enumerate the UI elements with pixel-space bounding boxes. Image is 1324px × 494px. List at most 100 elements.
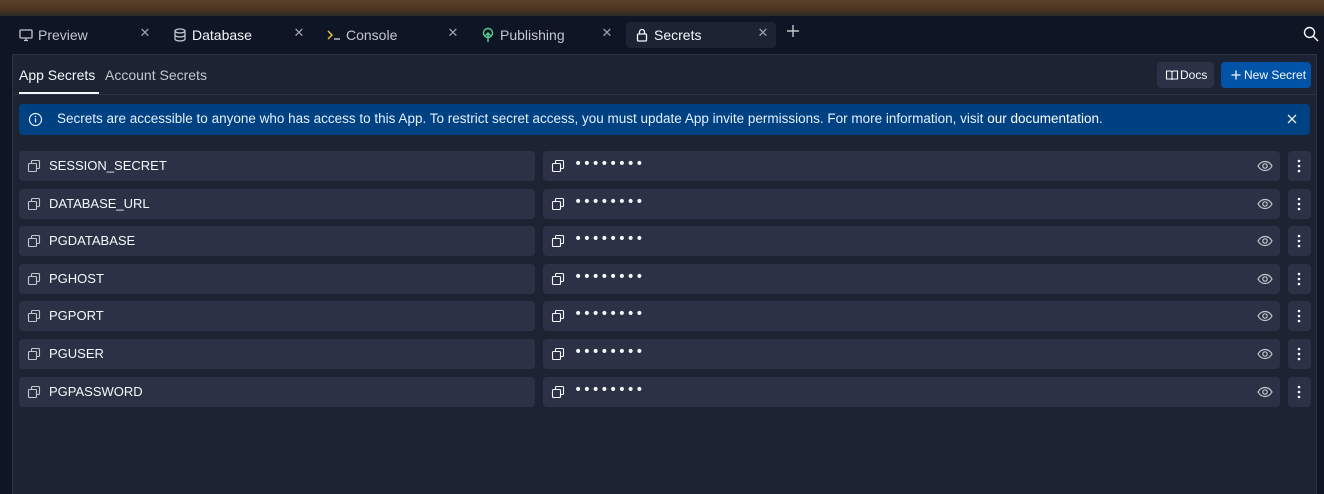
- terminal-icon: [326, 27, 342, 43]
- search-icon[interactable]: [1302, 25, 1320, 43]
- secret-value-field[interactable]: ••••••••: [543, 264, 1280, 294]
- secret-key: SESSION_SECRET: [49, 158, 167, 173]
- tab-secrets[interactable]: Secrets ✕: [626, 22, 776, 48]
- secret-value-field[interactable]: ••••••••: [543, 301, 1280, 331]
- copy-icon[interactable]: [551, 347, 565, 361]
- secret-masked-value: ••••••••: [574, 382, 645, 398]
- tab-label: Database: [192, 27, 252, 43]
- eye-icon[interactable]: [1257, 347, 1273, 361]
- documentation-link[interactable]: our documentation: [987, 111, 1099, 126]
- secret-row: PGPASSWORD ••••••••: [19, 377, 1311, 407]
- more-vertical-icon: [1297, 234, 1301, 248]
- eye-icon[interactable]: [1257, 309, 1273, 323]
- tab-bar: Preview ✕ Database ✕ Console ✕ Publishin…: [0, 16, 1324, 53]
- secret-row: PGUSER ••••••••: [19, 339, 1311, 369]
- secret-value-field[interactable]: ••••••••: [543, 339, 1280, 369]
- row-menu-button[interactable]: [1288, 339, 1311, 369]
- tab-database[interactable]: Database ✕: [164, 22, 312, 48]
- tab-label: Preview: [38, 27, 88, 43]
- secret-key: DATABASE_URL: [49, 196, 150, 211]
- row-menu-button[interactable]: [1288, 151, 1311, 181]
- book-icon: [1165, 68, 1179, 82]
- secret-masked-value: ••••••••: [574, 269, 645, 285]
- secret-value-field[interactable]: ••••••••: [543, 189, 1280, 219]
- eye-icon[interactable]: [1257, 385, 1273, 399]
- secret-row: DATABASE_URL ••••••••: [19, 189, 1311, 219]
- secret-key-field[interactable]: DATABASE_URL: [19, 189, 535, 219]
- secret-key-field[interactable]: PGDATABASE: [19, 226, 535, 256]
- info-icon: [28, 112, 43, 127]
- copy-icon[interactable]: [27, 159, 41, 173]
- tab-publishing[interactable]: Publishing ✕: [472, 22, 620, 48]
- secret-key-field[interactable]: PGUSER: [19, 339, 535, 369]
- secret-key-field[interactable]: PGPORT: [19, 301, 535, 331]
- secret-key-field[interactable]: SESSION_SECRET: [19, 151, 535, 181]
- new-secret-label: New Secret: [1244, 68, 1307, 82]
- secret-masked-value: ••••••••: [574, 156, 645, 172]
- plus-icon: [1230, 68, 1242, 82]
- secret-value-field[interactable]: ••••••••: [543, 226, 1280, 256]
- row-menu-button[interactable]: [1288, 264, 1311, 294]
- new-secret-button[interactable]: New Secret: [1221, 62, 1311, 88]
- copy-icon[interactable]: [27, 385, 41, 399]
- more-vertical-icon: [1297, 197, 1301, 211]
- secret-key-field[interactable]: PGHOST: [19, 264, 535, 294]
- tab-preview[interactable]: Preview ✕: [10, 22, 158, 48]
- secret-masked-value: ••••••••: [574, 344, 645, 360]
- copy-icon[interactable]: [551, 309, 565, 323]
- copy-icon[interactable]: [551, 159, 565, 173]
- subtab-account-secrets[interactable]: Account Secrets: [105, 67, 207, 83]
- row-menu-button[interactable]: [1288, 226, 1311, 256]
- docs-label: Docs: [1180, 68, 1208, 82]
- close-icon[interactable]: ✕: [292, 26, 306, 40]
- eye-icon[interactable]: [1257, 272, 1273, 286]
- secret-masked-value: ••••••••: [574, 194, 645, 210]
- close-icon[interactable]: ✕: [446, 26, 460, 40]
- database-icon: [172, 27, 188, 43]
- window-top-strip: [0, 0, 1324, 16]
- secret-key-field[interactable]: PGPASSWORD: [19, 377, 535, 407]
- tab-console[interactable]: Console ✕: [318, 22, 466, 48]
- more-vertical-icon: [1297, 385, 1301, 399]
- secret-row: SESSION_SECRET ••••••••: [19, 151, 1311, 181]
- secret-key: PGPORT: [49, 308, 104, 323]
- close-icon[interactable]: ✕: [138, 26, 152, 40]
- secret-key: PGHOST: [49, 271, 104, 286]
- more-vertical-icon: [1297, 159, 1301, 173]
- eye-icon[interactable]: [1257, 197, 1273, 211]
- close-icon[interactable]: ✕: [756, 26, 770, 40]
- row-menu-button[interactable]: [1288, 377, 1311, 407]
- more-vertical-icon: [1297, 347, 1301, 361]
- copy-icon[interactable]: [551, 385, 565, 399]
- docs-button[interactable]: Docs: [1157, 62, 1214, 88]
- copy-icon[interactable]: [27, 347, 41, 361]
- publish-icon: [480, 27, 496, 43]
- plus-icon[interactable]: [784, 22, 802, 40]
- secret-key: PGPASSWORD: [49, 384, 143, 399]
- secret-value-field[interactable]: ••••••••: [543, 377, 1280, 407]
- info-banner: Secrets are accessible to anyone who has…: [19, 104, 1310, 135]
- close-icon[interactable]: [1285, 112, 1299, 126]
- copy-icon[interactable]: [27, 197, 41, 211]
- eye-icon[interactable]: [1257, 159, 1273, 173]
- copy-icon[interactable]: [551, 272, 565, 286]
- monitor-icon: [18, 27, 34, 43]
- eye-icon[interactable]: [1257, 234, 1273, 248]
- copy-icon[interactable]: [27, 234, 41, 248]
- close-icon[interactable]: ✕: [600, 26, 614, 40]
- copy-icon[interactable]: [27, 309, 41, 323]
- banner-message: Secrets are accessible to anyone who has…: [57, 111, 988, 126]
- secret-key: PGUSER: [49, 346, 104, 361]
- copy-icon[interactable]: [551, 197, 565, 211]
- secret-masked-value: ••••••••: [574, 231, 645, 247]
- row-menu-button[interactable]: [1288, 301, 1311, 331]
- copy-icon[interactable]: [27, 272, 41, 286]
- lock-icon: [634, 27, 650, 43]
- subtab-app-secrets[interactable]: App Secrets: [19, 67, 95, 83]
- secret-value-field[interactable]: ••••••••: [543, 151, 1280, 181]
- copy-icon[interactable]: [551, 234, 565, 248]
- banner-suffix: .: [1099, 111, 1103, 126]
- more-vertical-icon: [1297, 272, 1301, 286]
- row-menu-button[interactable]: [1288, 189, 1311, 219]
- secret-row: PGHOST ••••••••: [19, 264, 1311, 294]
